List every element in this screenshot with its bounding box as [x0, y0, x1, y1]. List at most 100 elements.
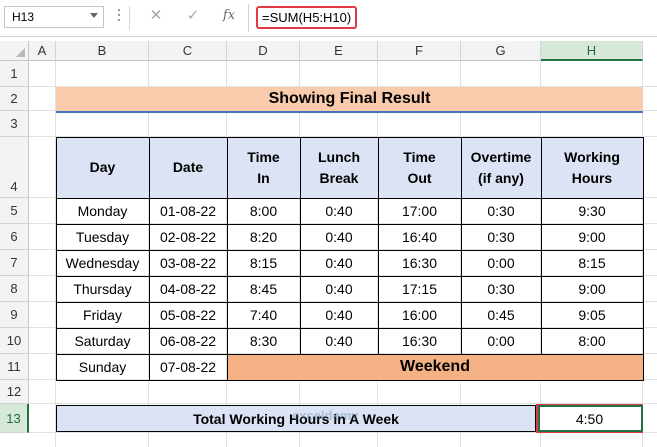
- table-cell[interactable]: 8:30: [227, 328, 300, 354]
- column-header-d[interactable]: D: [227, 41, 300, 61]
- table-cell[interactable]: 9:00: [541, 224, 643, 250]
- table-cell[interactable]: 0:00: [461, 328, 541, 354]
- table-cell[interactable]: 0:40: [300, 250, 378, 276]
- table-cell-text: 8:15: [578, 255, 606, 271]
- table-cell[interactable]: 8:45: [227, 276, 300, 302]
- table-cell[interactable]: 04-08-22: [149, 276, 227, 302]
- table-header-6[interactable]: Working Hours: [541, 137, 643, 198]
- row-header-11[interactable]: 11: [0, 354, 29, 380]
- table-cell[interactable]: Wednesday: [56, 250, 149, 276]
- table-header-5[interactable]: Overtime (if any): [461, 137, 541, 198]
- total-value-cell[interactable]: 4:50: [536, 404, 643, 433]
- divider: [129, 6, 130, 30]
- table-header-1[interactable]: Date: [149, 137, 227, 198]
- formula-input[interactable]: =SUM(H5:H10): [256, 6, 358, 29]
- table-cell[interactable]: 9:30: [541, 198, 643, 224]
- row-header-8[interactable]: 8: [0, 276, 29, 302]
- column-header-h[interactable]: H: [541, 41, 643, 61]
- table-cell[interactable]: Sunday: [56, 354, 149, 380]
- table-cell[interactable]: 0:40: [300, 328, 378, 354]
- table-cell[interactable]: 05-08-22: [149, 302, 227, 328]
- table-header-3[interactable]: Lunch Break: [300, 137, 378, 198]
- table-cell[interactable]: 16:40: [378, 224, 461, 250]
- table-cell[interactable]: 9:05: [541, 302, 643, 328]
- row-header-10[interactable]: 10: [0, 328, 29, 354]
- name-box-value: H13: [12, 10, 35, 24]
- table-header-2[interactable]: Time In: [227, 137, 300, 198]
- row-header-5[interactable]: 5: [0, 198, 29, 224]
- row-header-9[interactable]: 9: [0, 302, 29, 328]
- table-cell-text: 04-08-22: [159, 281, 217, 297]
- table-cell-text: 0:40: [325, 333, 353, 349]
- table-cell[interactable]: 06-08-22: [149, 328, 227, 354]
- table-cell-text: Sunday: [78, 359, 127, 375]
- table-cell-text: 0:40: [325, 255, 353, 271]
- table-cell[interactable]: Friday: [56, 302, 149, 328]
- insert-function-icon[interactable]: fx: [220, 6, 238, 26]
- table-cell[interactable]: 7:40: [227, 302, 300, 328]
- table-cell[interactable]: Monday: [56, 198, 149, 224]
- column-header-g[interactable]: G: [461, 41, 541, 61]
- table-cell[interactable]: 07-08-22: [149, 354, 227, 380]
- table-cell[interactable]: 16:00: [378, 302, 461, 328]
- table-cell[interactable]: Tuesday: [56, 224, 149, 250]
- table-cell[interactable]: 0:30: [461, 198, 541, 224]
- table-cell-text: 02-08-22: [159, 229, 217, 245]
- select-all-button[interactable]: [0, 41, 29, 61]
- table-cell[interactable]: 0:40: [300, 276, 378, 302]
- table-cell-text: Saturday: [74, 333, 131, 349]
- table-cell[interactable]: 0:40: [300, 198, 378, 224]
- table-cell[interactable]: 9:00: [541, 276, 643, 302]
- table-cell[interactable]: 0:30: [461, 224, 541, 250]
- table-cell[interactable]: 8:20: [227, 224, 300, 250]
- row-header-6[interactable]: 6: [0, 224, 29, 250]
- table-cell[interactable]: 0:45: [461, 302, 541, 328]
- table-cell-text: 8:30: [249, 333, 278, 349]
- table-cell-text: 01-08-22: [159, 203, 217, 219]
- table-cell[interactable]: 8:15: [541, 250, 643, 276]
- table-cell[interactable]: 0:40: [300, 224, 378, 250]
- column-header-f[interactable]: F: [378, 41, 461, 61]
- table-cell[interactable]: 8:00: [541, 328, 643, 354]
- table-header-4[interactable]: Time Out: [378, 137, 461, 198]
- column-header-b[interactable]: B: [56, 41, 149, 61]
- total-value-text: 4:50: [575, 410, 604, 427]
- table-cell-text: 05-08-22: [159, 307, 217, 323]
- table-cell[interactable]: 02-08-22: [149, 224, 227, 250]
- table-cell[interactable]: 17:15: [378, 276, 461, 302]
- table-cell[interactable]: 0:40: [300, 302, 378, 328]
- table-cell[interactable]: 0:30: [461, 276, 541, 302]
- name-box[interactable]: H13: [4, 6, 104, 28]
- table-cell[interactable]: 16:30: [378, 250, 461, 276]
- drag-handle-icon[interactable]: [118, 9, 121, 24]
- check-icon[interactable]: ✓: [184, 6, 202, 26]
- column-header-c[interactable]: C: [149, 41, 227, 61]
- row-header-7[interactable]: 7: [0, 250, 29, 276]
- table-cell[interactable]: Saturday: [56, 328, 149, 354]
- weekend-cell[interactable]: Weekend: [227, 354, 643, 380]
- row-header-1[interactable]: 1: [0, 61, 29, 87]
- table-header-0[interactable]: Day: [56, 137, 149, 198]
- table-cell[interactable]: 8:15: [227, 250, 300, 276]
- column-header-a[interactable]: A: [29, 41, 56, 61]
- close-icon[interactable]: ✕: [147, 6, 165, 26]
- row-header-2[interactable]: 2: [0, 87, 29, 111]
- row-header-4[interactable]: 4: [0, 137, 29, 198]
- table-cell[interactable]: 0:00: [461, 250, 541, 276]
- row-header-12[interactable]: 12: [0, 380, 29, 404]
- table-cell[interactable]: Thursday: [56, 276, 149, 302]
- table-cell[interactable]: 17:00: [378, 198, 461, 224]
- table-cell[interactable]: 03-08-22: [149, 250, 227, 276]
- table-border: [56, 380, 644, 381]
- table-cell-text: Monday: [77, 203, 128, 219]
- row-header-13[interactable]: 13: [0, 404, 29, 433]
- table-cell-text: 06-08-22: [159, 333, 217, 349]
- row-header-3[interactable]: 3: [0, 111, 29, 137]
- table-cell[interactable]: 01-08-22: [149, 198, 227, 224]
- table-cell[interactable]: 16:30: [378, 328, 461, 354]
- column-header-e[interactable]: E: [300, 41, 378, 61]
- chevron-down-icon[interactable]: [90, 13, 98, 18]
- table-header-1-text: Date: [172, 159, 204, 175]
- table-cell[interactable]: 8:00: [227, 198, 300, 224]
- table-cell-text: 8:00: [578, 333, 606, 349]
